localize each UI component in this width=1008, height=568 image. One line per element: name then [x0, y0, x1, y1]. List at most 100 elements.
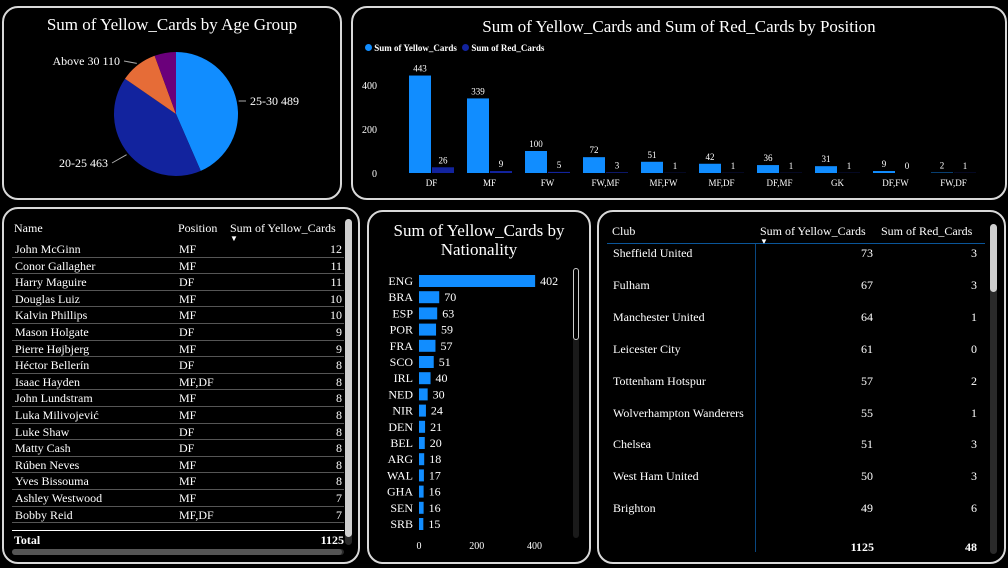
club-table-row[interactable]: Manchester United 64 1: [607, 301, 985, 333]
table-row[interactable]: Isaac Hayden MF,DF 8: [12, 374, 344, 391]
cell-position: MF: [179, 457, 197, 472]
bar-red-DF[interactable]: [432, 167, 454, 173]
club-scroll-thumb[interactable]: [990, 224, 997, 292]
nationality-title-line1: Sum of Yellow_Cards by: [393, 221, 565, 240]
table-row[interactable]: Matty Cash DF 8: [12, 440, 344, 457]
nat-bar-POR[interactable]: [419, 323, 437, 336]
bar-yellow-DF,MF[interactable]: [757, 165, 779, 173]
nat-data-label: 20: [430, 436, 442, 450]
cell-yellow: 10: [330, 291, 342, 306]
club-cell-yellow: 67: [861, 277, 873, 292]
nat-data-label: 63: [442, 306, 454, 320]
bar-data-label: 1: [847, 161, 852, 171]
table-row[interactable]: Bobby Reid MF,DF 7: [12, 507, 344, 524]
nationality-bar-chart[interactable]: ENG 402 BRA 70 ESP 63 POR 59 FRA 57 SCO 51 IRL 40 NED 3…: [369, 267, 589, 557]
nat-bar-SRB[interactable]: [419, 518, 424, 530]
nat-bar-FRA[interactable]: [419, 339, 436, 352]
nat-bar-ESP[interactable]: [419, 307, 438, 320]
header-club[interactable]: Club: [612, 224, 635, 239]
table-row[interactable]: John McGinn MF 12: [12, 241, 344, 258]
nat-bar-WAL[interactable]: [419, 469, 424, 482]
table-row[interactable]: John Lundstram MF 8: [12, 390, 344, 407]
nat-bar-IRL[interactable]: [419, 372, 431, 385]
club-cell-yellow: 64: [861, 309, 873, 324]
nat-bar-SEN[interactable]: [419, 501, 424, 514]
player-table-hscrollbar[interactable]: [12, 549, 344, 555]
nat-data-label: 51: [439, 355, 451, 369]
table-row[interactable]: Ashley Westwood MF 7: [12, 490, 344, 507]
club-table-row[interactable]: Tottenham Hotspur 57 2: [607, 365, 985, 397]
nat-data-label: 16: [429, 485, 441, 499]
nat-x-tick-label: 400: [527, 541, 542, 552]
player-table-scrollbar[interactable]: [345, 219, 352, 545]
nat-category-label: BEL: [390, 436, 413, 450]
bar-yellow-GK[interactable]: [815, 166, 837, 173]
nat-bar-ENG[interactable]: [419, 275, 536, 287]
club-total-red: 48: [965, 540, 977, 554]
cell-name: Héctor Bellerín: [15, 358, 90, 373]
nat-bar-GHA[interactable]: [419, 485, 424, 498]
bar-red-FW[interactable]: [548, 171, 570, 173]
header-club-yellow[interactable]: Sum of Yellow_Cards: [760, 224, 866, 239]
bar-yellow-DF[interactable]: [409, 75, 431, 173]
bar-data-label: 42: [706, 152, 715, 162]
table-row[interactable]: Héctor Bellerín DF 8: [12, 357, 344, 374]
club-table-row[interactable]: Fulham 67 3: [607, 269, 985, 301]
table-row[interactable]: Rúben Neves MF 8: [12, 457, 344, 474]
club-table-row[interactable]: Chelsea 51 3: [607, 428, 985, 460]
bar-yellow-FW,MF[interactable]: [583, 157, 605, 173]
table-row[interactable]: Harry Maguire DF 11: [12, 274, 344, 291]
nat-bar-DEN[interactable]: [419, 420, 426, 433]
pie-data-label: 20-25 463: [59, 156, 108, 170]
age-pie-chart[interactable]: 25-30 489 20-25 463 Above 30 110: [4, 30, 340, 198]
cell-yellow: 8: [336, 408, 342, 422]
nationality-scrollbar[interactable]: [573, 268, 579, 538]
club-table-row[interactable]: Leicester City 61 0: [607, 333, 985, 365]
nationality-scroll-thumb[interactable]: [573, 268, 579, 340]
table-row[interactable]: Pierre Højbjerg MF 9: [12, 341, 344, 358]
nat-bar-NED[interactable]: [419, 388, 428, 401]
table-row[interactable]: Luke Shaw DF 8: [12, 424, 344, 441]
cell-name: Pierre Højbjerg: [15, 341, 90, 356]
position-bar-chart[interactable]: 020040044326DF3399MF1005FW723FW,MF511MF,…: [353, 58, 1005, 198]
table-row[interactable]: Mason Holgate DF 9: [12, 324, 344, 341]
player-scroll-thumb[interactable]: [345, 219, 352, 537]
nat-data-label: 24: [431, 404, 443, 418]
nat-bar-BRA[interactable]: [419, 291, 440, 304]
bar-data-label: 339: [471, 86, 485, 96]
table-row[interactable]: Douglas Luiz MF 10: [12, 291, 344, 308]
bar-yellow-MF[interactable]: [467, 98, 489, 173]
nat-bar-SCO[interactable]: [419, 356, 434, 368]
nat-bar-NIR[interactable]: [419, 404, 426, 417]
club-table-row[interactable]: Brighton 49 6: [607, 492, 985, 524]
table-row[interactable]: Conor Gallagher MF 11: [12, 258, 344, 275]
club-cell-club: Brighton: [613, 501, 656, 516]
nat-bar-ARG[interactable]: [419, 453, 425, 466]
club-cell-red: 6: [971, 501, 977, 516]
bar-yellow-MF,DF[interactable]: [699, 163, 721, 173]
club-table-row[interactable]: Sheffield United 73 3: [607, 244, 985, 269]
nat-bar-BEL[interactable]: [419, 437, 425, 449]
player-hscroll-thumb[interactable]: [12, 549, 342, 555]
table-row[interactable]: Kalvin Phillips MF 10: [12, 307, 344, 324]
header-position[interactable]: Position: [178, 221, 217, 236]
header-yellow-cards[interactable]: Sum of Yellow_Cards: [230, 221, 336, 236]
bar-yellow-FW[interactable]: [525, 151, 547, 173]
club-table-row[interactable]: West Ham United 50 3: [607, 460, 985, 492]
bar-yellow-MF,FW[interactable]: [641, 161, 663, 173]
table-row[interactable]: Yves Bissouma MF 8: [12, 473, 344, 490]
header-club-red[interactable]: Sum of Red_Cards: [881, 224, 972, 239]
header-name[interactable]: Name: [14, 221, 43, 236]
bar-red-MF[interactable]: [490, 171, 512, 173]
bar-data-label: 5: [557, 160, 562, 170]
bar-red-FW,MF[interactable]: [606, 172, 628, 173]
club-table-row[interactable]: Wolverhampton Wanderers 55 1: [607, 397, 985, 429]
club-table-scrollbar[interactable]: [990, 224, 997, 554]
legend-yellow-label[interactable]: Sum of Yellow_Cards: [374, 43, 457, 53]
bar-data-label: 1: [673, 161, 678, 171]
legend-red-label[interactable]: Sum of Red_Cards: [471, 43, 544, 53]
cell-name: Yves Bissouma: [15, 474, 89, 489]
table-row[interactable]: Luka Milivojević MF 8: [12, 407, 344, 424]
bar-yellow-DF,FW[interactable]: [873, 171, 895, 173]
cell-position: MF: [179, 242, 197, 256]
